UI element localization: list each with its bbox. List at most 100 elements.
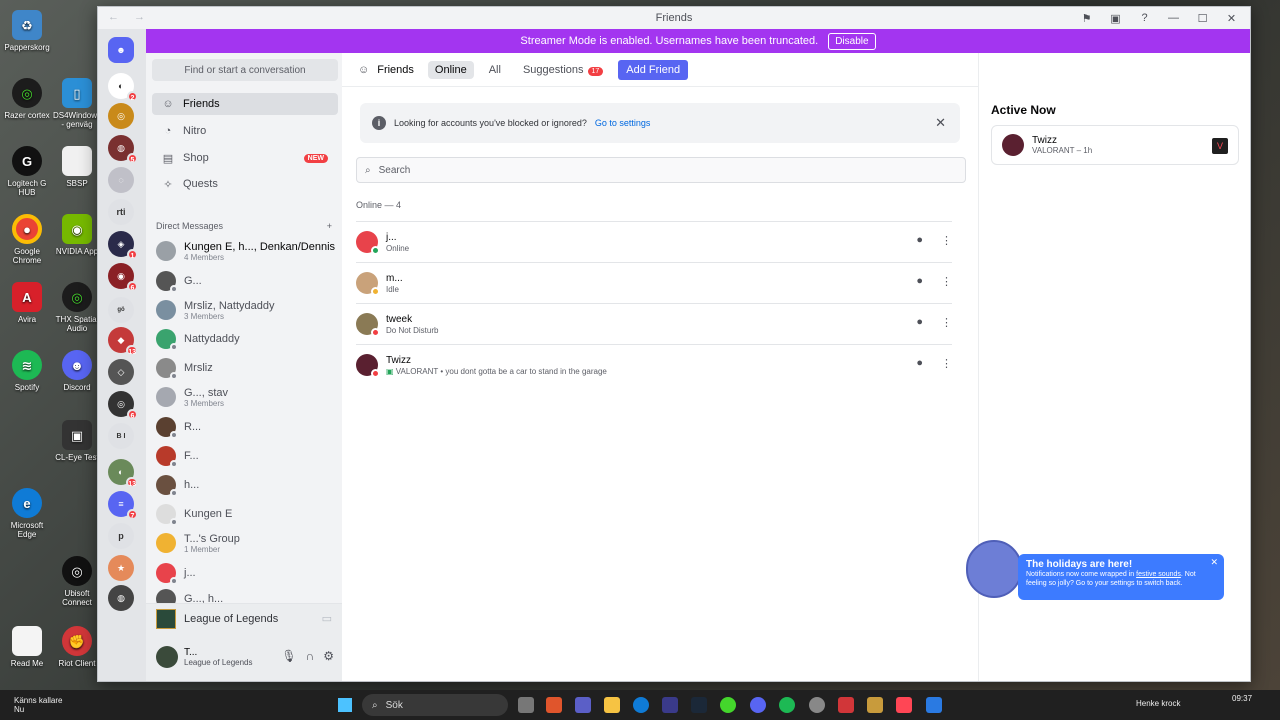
friends-search-input[interactable]: ⌕ Search [356, 157, 966, 183]
disable-streamer-mode-button[interactable]: Disable [828, 32, 876, 50]
dm-item[interactable]: G... [156, 268, 336, 294]
stream-icon[interactable]: ▭ [322, 612, 332, 625]
server-icon[interactable]: B I [108, 423, 134, 449]
store-icon[interactable] [662, 697, 678, 713]
dm-item[interactable]: Kungen E [156, 501, 336, 527]
festive-sounds-link[interactable]: festive sounds [1136, 571, 1181, 578]
steam-icon[interactable] [691, 697, 707, 713]
tab-all[interactable]: All [482, 61, 508, 79]
desktop-icon-riot-client[interactable]: ✊ Riot Client [52, 626, 102, 668]
dm-item[interactable]: T...'s Group 1 Member [156, 530, 336, 556]
microphone-icon[interactable]: 🎙︎ [281, 649, 296, 663]
desktop-icon-razer-cortex[interactable]: ◎ Razer cortex [2, 78, 52, 120]
more-options-icon[interactable]: ⋮ [941, 234, 952, 247]
message-icon[interactable]: ● [916, 234, 923, 247]
server-icon[interactable]: ◎ [108, 103, 134, 129]
minimize-button[interactable]: — [1159, 7, 1188, 29]
desktop-icon-recycle-bin[interactable]: ♻ Papperskorg [2, 10, 52, 52]
file-explorer-icon[interactable] [604, 697, 620, 713]
server-icon[interactable]: ◌ [108, 167, 134, 193]
headphones-icon[interactable]: ∩ [306, 649, 315, 663]
dm-item[interactable]: j... [156, 560, 336, 586]
go-to-settings-link[interactable]: Go to settings [595, 118, 651, 128]
settings-gear-icon[interactable]: ⚙ [323, 649, 334, 663]
server-icon[interactable]: ◍ 5 [108, 135, 138, 164]
sidebar-item-friends[interactable]: ☺ Friends [152, 93, 338, 115]
message-icon[interactable]: ● [916, 316, 923, 329]
close-icon[interactable]: ✕ [935, 115, 946, 131]
help-icon[interactable]: ? [1130, 7, 1159, 29]
desktop-icon-cl-eye[interactable]: ▣ CL-Eye Test [52, 420, 102, 462]
friend-row[interactable]: j... Online ● ⋮ [356, 221, 952, 262]
desktop-icon-ds4windows[interactable]: ▯ DS4Windows - genväg [52, 78, 102, 129]
more-options-icon[interactable]: ⋮ [941, 316, 952, 329]
server-icon[interactable]: ★ [108, 555, 134, 581]
desktop-icon-edge[interactable]: e Microsoft Edge [2, 488, 52, 539]
server-icon[interactable]: ◍ [108, 585, 134, 611]
maximize-button[interactable]: ☐ [1188, 7, 1217, 29]
find-conversation-input[interactable]: Find or start a conversation [152, 59, 338, 81]
app-icon[interactable] [926, 697, 942, 713]
add-friend-button[interactable]: Add Friend [618, 59, 689, 80]
task-view-icon[interactable] [518, 697, 534, 713]
desktop-icon-sbsp[interactable]: SBSP [52, 146, 102, 188]
activity-bar[interactable]: League of Legends ▭ [146, 603, 342, 633]
dm-item[interactable]: Kungen E, h..., Denkan/Dennis 4 Members [156, 238, 336, 264]
server-icon[interactable]: ◐ 13 [108, 459, 138, 488]
spotify-icon[interactable] [779, 697, 795, 713]
taskbar-search-input[interactable]: ⌕ Sök [362, 694, 508, 716]
dm-item[interactable]: F... [156, 443, 336, 469]
dm-item[interactable]: G..., stav 3 Members [156, 384, 336, 410]
server-icon[interactable]: ◆ 13 [108, 327, 138, 356]
message-icon[interactable]: ● [916, 275, 923, 288]
discord-icon[interactable] [750, 697, 766, 713]
server-icon[interactable]: rti [108, 199, 134, 225]
desktop-icon-ubisoft[interactable]: ◎ Ubisoft Connect [52, 556, 102, 607]
more-options-icon[interactable]: ⋮ [941, 275, 952, 288]
sidebar-item-shop[interactable]: ▤ Shop NEW [152, 147, 338, 169]
server-icon[interactable]: ◇ [108, 359, 134, 385]
desktop-icon-discord[interactable]: ☻ Discord [52, 350, 102, 392]
league-of-legends-icon[interactable] [867, 697, 883, 713]
desktop-icon-nvidia[interactable]: ◉ NVIDIA App [52, 214, 102, 256]
teams-icon[interactable] [575, 697, 591, 713]
server-icon[interactable]: ◐ 2 [108, 73, 138, 102]
start-button-icon[interactable] [338, 698, 352, 712]
desktop-icon-spotify[interactable]: ≋ Spotify [2, 350, 52, 392]
tab-online[interactable]: Online [427, 60, 474, 79]
dm-item[interactable]: Nattydaddy [156, 326, 336, 352]
riot-client-icon[interactable] [838, 697, 854, 713]
tab-suggestions[interactable]: Suggestions 17 [516, 61, 610, 79]
weather-widget[interactable]: Känns kallare Nu [14, 696, 62, 714]
razer-icon[interactable] [720, 697, 736, 713]
message-icon[interactable]: ● [916, 357, 923, 370]
desktop-icon-avira[interactable]: A Avira [2, 282, 52, 324]
server-icon[interactable]: gö [108, 297, 134, 323]
more-options-icon[interactable]: ⋮ [941, 357, 952, 370]
clock[interactable]: 09:37 [1232, 694, 1252, 703]
friend-row[interactable]: Twizz ▣ VALORANT • you dont gotta be a ca… [356, 344, 952, 385]
desktop-icon-logitech[interactable]: G Logitech G HUB [2, 146, 52, 197]
dm-item[interactable]: Mrsliz [156, 355, 336, 381]
server-icon[interactable]: ≡ 7 [108, 491, 138, 520]
desktop-icon-thx[interactable]: ◎ THX Spatial Audio [52, 282, 102, 333]
app-icon[interactable] [809, 697, 825, 713]
home-discord-icon[interactable]: ☻ [108, 37, 134, 63]
dm-item[interactable]: Mrsliz, Nattydaddy 3 Members [156, 297, 336, 323]
avatar[interactable] [156, 646, 178, 668]
sidebar-item-quests[interactable]: ✧ Quests [152, 173, 338, 195]
friend-row[interactable]: m... Idle ● ⋮ [356, 262, 952, 303]
server-icon[interactable]: p [108, 523, 134, 549]
sidebar-item-nitro[interactable]: ◔ Nitro [152, 120, 338, 142]
active-now-card[interactable]: Twizz VALORANT – 1h V [991, 125, 1239, 165]
friend-row[interactable]: tweek Do Not Disturb ● ⋮ [356, 303, 952, 344]
desktop-icon-chrome[interactable]: ● Google Chrome [2, 214, 52, 265]
dm-item[interactable]: R... [156, 414, 336, 440]
close-button[interactable]: ✕ [1217, 7, 1246, 29]
app-icon[interactable] [546, 697, 562, 713]
dm-item[interactable]: h... [156, 472, 336, 498]
server-icon[interactable]: ◉ 6 [108, 263, 138, 292]
close-icon[interactable]: ✕ [1210, 557, 1218, 568]
flag-icon[interactable]: ⚑ [1072, 7, 1101, 29]
server-icon[interactable]: ◎ 6 [108, 391, 138, 420]
